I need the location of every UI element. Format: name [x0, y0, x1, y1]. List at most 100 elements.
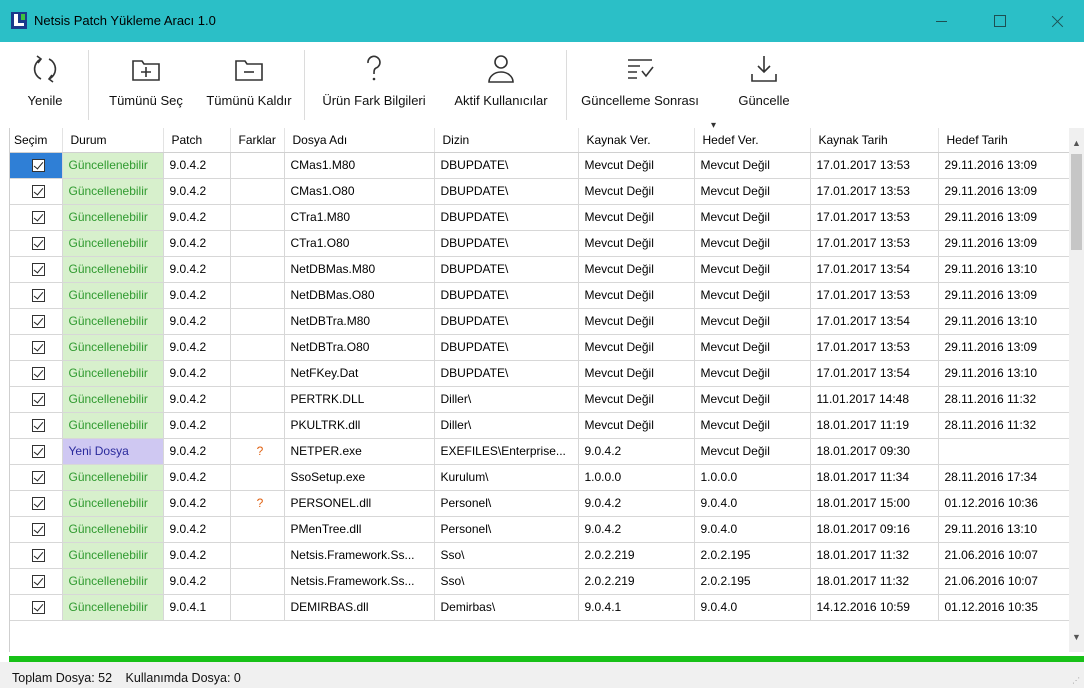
file-name-cell: NetDBTra.M80: [284, 308, 435, 335]
selection-cell[interactable]: [10, 542, 63, 569]
after-update-button[interactable]: Güncelleme Sonrası: [570, 42, 710, 128]
row-checkbox[interactable]: [32, 367, 46, 381]
patch-cell: 9.0.4.2: [163, 412, 231, 439]
row-checkbox[interactable]: [32, 159, 46, 173]
selection-cell[interactable]: [10, 516, 63, 543]
table-row[interactable]: Güncellenebilir 9.0.4.2 NetDBMas.O80 DBUPDA…: [10, 282, 1069, 309]
row-checkbox[interactable]: [32, 471, 46, 485]
directory-cell: EXEFILES\Enterprise...: [434, 438, 579, 465]
table-row[interactable]: Güncellenebilir 9.0.4.2 NetDBTra.M80 DBUPDA…: [10, 308, 1069, 335]
table-row[interactable]: Güncellenebilir 9.0.4.2? PERSONEL.dll Perso…: [10, 490, 1069, 517]
update-button[interactable]: Güncelle: [726, 42, 802, 128]
table-row[interactable]: Güncellenebilir 9.0.4.2 CTra1.O80 DBUPDATE\…: [10, 230, 1069, 257]
selection-cell[interactable]: [10, 490, 63, 517]
row-checkbox[interactable]: [32, 601, 46, 615]
row-checkbox[interactable]: [32, 497, 46, 511]
diff-cell[interactable]: ?: [230, 490, 285, 517]
selection-cell[interactable]: [10, 152, 63, 179]
selection-cell[interactable]: [10, 464, 63, 491]
product-diff-button[interactable]: Ürün Fark Bilgileri: [310, 42, 438, 128]
close-button[interactable]: [1034, 0, 1080, 42]
table-row[interactable]: Güncellenebilir 9.0.4.2 PMenTree.dll Person…: [10, 516, 1069, 543]
diff-cell: [230, 386, 285, 413]
table-row[interactable]: Güncellenebilir 9.0.4.2 CTra1.M80 DBUPDATE\…: [10, 204, 1069, 231]
refresh-button[interactable]: Yenile: [10, 42, 80, 128]
scroll-down-arrow-icon[interactable]: ▼: [1072, 632, 1081, 642]
row-checkbox[interactable]: [32, 289, 46, 303]
vertical-scrollbar[interactable]: ▲ ▼: [1069, 128, 1084, 652]
patch-cell: 9.0.4.2: [163, 204, 231, 231]
row-checkbox[interactable]: [32, 315, 46, 329]
selection-cell[interactable]: [10, 568, 63, 595]
source-version-cell: Mevcut Değil: [578, 178, 695, 205]
source-version-cell: Mevcut Değil: [578, 256, 695, 283]
column-header-patch[interactable]: Patch: [163, 128, 231, 153]
select-all-button[interactable]: Tümünü Seç: [92, 42, 200, 128]
deselect-all-button[interactable]: Tümünü Kaldır: [200, 42, 298, 128]
resize-grip-icon[interactable]: ⋰: [1072, 676, 1080, 685]
table-row[interactable]: Güncellenebilir 9.0.4.2 NetDBTra.O80 DBUPDA…: [10, 334, 1069, 361]
file-grid: Seçim Durum Patch Farklar Dosya Adı Dizi…: [9, 128, 1069, 652]
selection-cell[interactable]: [10, 412, 63, 439]
target-version-cell: Mevcut Değil: [694, 412, 811, 439]
row-checkbox[interactable]: [32, 549, 46, 563]
status-cell: Güncellenebilir: [62, 516, 164, 543]
column-header-status[interactable]: Durum: [62, 128, 164, 153]
directory-cell: Personel\: [434, 516, 579, 543]
scrollbar-thumb[interactable]: [1071, 154, 1082, 250]
table-row[interactable]: Güncellenebilir 9.0.4.2 SsoSetup.exe Kurulu…: [10, 464, 1069, 491]
column-header-source-date[interactable]: Kaynak Tarih: [810, 128, 939, 153]
select-all-label: Tümünü Seç: [109, 93, 183, 108]
grid-body: Güncellenebilir 9.0.4.2 CMas1.M80 DBUPDATE\…: [10, 152, 1069, 621]
column-header-selection[interactable]: Seçim: [10, 128, 63, 153]
column-header-directory[interactable]: Dizin: [434, 128, 579, 153]
target-date-cell: 01.12.2016 10:35: [938, 594, 1069, 621]
selection-cell[interactable]: [10, 256, 63, 283]
selection-cell[interactable]: [10, 334, 63, 361]
table-row[interactable]: Güncellenebilir 9.0.4.2 Netsis.Framework.S…: [10, 542, 1069, 569]
patch-cell: 9.0.4.2: [163, 334, 231, 361]
minimize-button[interactable]: [918, 0, 964, 42]
selection-cell[interactable]: [10, 230, 63, 257]
table-row[interactable]: Güncellenebilir 9.0.4.2 PERTRK.DLL Diller\ M…: [10, 386, 1069, 413]
table-row[interactable]: Güncellenebilir 9.0.4.2 CMas1.O80 DBUPDATE\…: [10, 178, 1069, 205]
row-checkbox[interactable]: [32, 575, 46, 589]
table-row[interactable]: Güncellenebilir 9.0.4.2 Netsis.Framework.S…: [10, 568, 1069, 595]
column-header-file-name[interactable]: Dosya Adı: [284, 128, 435, 153]
selection-cell[interactable]: [10, 282, 63, 309]
column-header-differences[interactable]: Farklar: [230, 128, 285, 153]
selection-cell[interactable]: [10, 178, 63, 205]
row-checkbox[interactable]: [32, 185, 46, 199]
row-checkbox[interactable]: [32, 445, 46, 459]
directory-cell: DBUPDATE\: [434, 308, 579, 335]
active-users-button[interactable]: Aktif Kullanıcılar: [440, 42, 562, 128]
table-row[interactable]: Güncellenebilir 9.0.4.2 NetFKey.Dat DBUPDAT…: [10, 360, 1069, 387]
selection-cell[interactable]: [10, 386, 63, 413]
target-version-cell: Mevcut Değil: [694, 204, 811, 231]
diff-cell[interactable]: ?: [230, 438, 285, 465]
selection-cell[interactable]: [10, 438, 63, 465]
column-header-source-version[interactable]: Kaynak Ver.: [578, 128, 695, 153]
selection-cell[interactable]: [10, 594, 63, 621]
row-checkbox[interactable]: [32, 341, 46, 355]
row-checkbox[interactable]: [32, 263, 46, 277]
source-date-cell: 17.01.2017 13:53: [810, 178, 939, 205]
selection-cell[interactable]: [10, 204, 63, 231]
selection-cell[interactable]: [10, 360, 63, 387]
row-checkbox[interactable]: [32, 211, 46, 225]
column-header-target-version[interactable]: Hedef Ver.: [694, 128, 811, 153]
table-row[interactable]: Güncellenebilir 9.0.4.2 NetDBMas.M80 DBUPDA…: [10, 256, 1069, 283]
selection-cell[interactable]: [10, 308, 63, 335]
table-row[interactable]: Yeni Dosya 9.0.4.2? NETPER.exe EXEFILES\Ent…: [10, 438, 1069, 465]
table-row[interactable]: Güncellenebilir 9.0.4.2 PKULTRK.dll Diller\…: [10, 412, 1069, 439]
column-header-target-date[interactable]: Hedef Tarih: [938, 128, 1069, 153]
row-checkbox[interactable]: [32, 237, 46, 251]
table-row[interactable]: Güncellenebilir 9.0.4.2 CMas1.M80 DBUPDATE\…: [10, 152, 1069, 179]
table-row[interactable]: Güncellenebilir 9.0.4.1 DEMIRBAS.dll Demirb…: [10, 594, 1069, 621]
scroll-up-arrow-icon[interactable]: ▲: [1072, 138, 1081, 148]
title-bar: Netsis Patch Yükleme Aracı 1.0: [0, 0, 1084, 42]
row-checkbox[interactable]: [32, 523, 46, 537]
maximize-button[interactable]: [976, 0, 1022, 42]
row-checkbox[interactable]: [32, 393, 46, 407]
row-checkbox[interactable]: [32, 419, 46, 433]
